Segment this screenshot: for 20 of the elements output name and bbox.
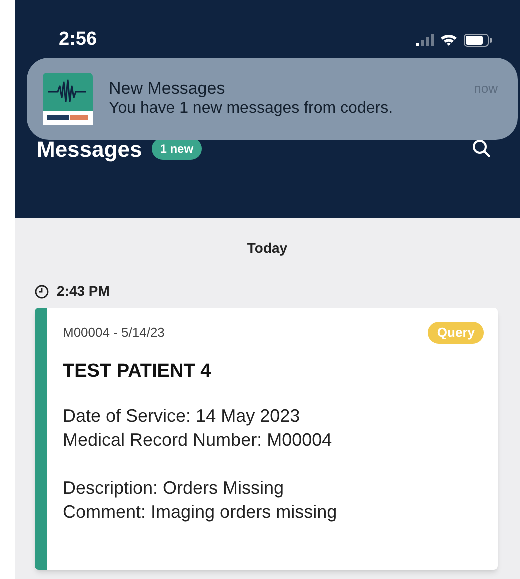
new-count: 1 new [152,138,202,160]
battery-icon [464,34,492,47]
notification-body: You have 1 new messages from coders. [109,99,394,119]
message-card[interactable]: M00004 - 5/14/23 Query TEST PATIENT 4 Date of Service: 14 May 2023 Medical Record Number: M00004 Description: Orders Missing Comment: Imaging orders missing [35,308,498,570]
notification-title: New Messages [109,79,226,99]
day-heading: Today [247,239,288,258]
wifi-icon [440,33,458,48]
search-icon[interactable] [472,139,492,159]
detail-line: Date of Service: 14 May 2023 [63,405,302,428]
detail-line: Description: Orders Missing [63,477,286,500]
status-time: 2:56 [59,28,98,52]
message-time: 2:43 PM [57,282,110,301]
app-logo-icon [43,73,93,125]
patient-name: TEST PATIENT 4 [63,360,212,384]
clock-icon [35,284,49,298]
message-tag: Query [428,322,484,344]
detail-line: Medical Record Number: M00004 [63,429,334,452]
signal-icon [416,34,434,46]
message-reference: M00004 - 5/14/23 [63,324,165,342]
detail-line: Comment: Imaging orders missing [63,501,338,524]
